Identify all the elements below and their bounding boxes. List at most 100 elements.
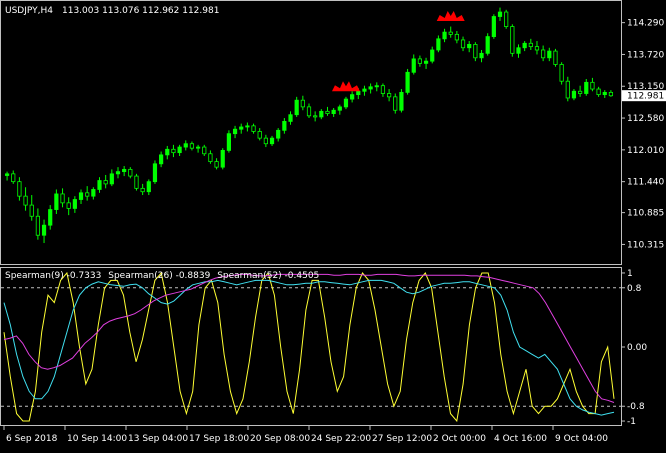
candle	[226, 130, 231, 153]
indicator-tick-label: 1	[627, 269, 633, 279]
candle-body	[423, 60, 429, 64]
candle	[109, 169, 114, 187]
candle-body	[103, 180, 108, 185]
legend-spearman-26: Spearman(26) -0.8839	[108, 271, 210, 281]
time-tick-label: 24 Sep 22:00	[311, 434, 371, 444]
time-tick-label: 2 Oct 00:00	[433, 434, 486, 444]
candle-body	[356, 90, 361, 96]
chart-window[interactable]: USDJPY,H4 113.003 113.076 112.962 112.98…	[0, 0, 666, 449]
candle-body	[17, 181, 22, 197]
candle-body	[380, 85, 386, 94]
candle-body	[35, 215, 40, 236]
candle-body	[66, 202, 71, 209]
candle-body	[485, 36, 490, 54]
candle	[608, 90, 614, 97]
spearman-series	[3, 271, 615, 423]
candle	[454, 31, 459, 44]
candle-body	[165, 148, 170, 156]
current-price: 112.981	[627, 92, 664, 102]
candle	[29, 195, 34, 221]
candle	[115, 167, 121, 179]
candle	[473, 42, 478, 62]
candle	[177, 144, 182, 156]
candle-body	[239, 126, 244, 130]
candlestick-series	[4, 7, 614, 244]
candle	[85, 186, 90, 201]
candle-body	[510, 26, 515, 54]
candle-body	[590, 81, 595, 90]
candle-body	[54, 193, 59, 210]
candle-body	[578, 90, 583, 94]
candle-body	[393, 96, 398, 111]
candle	[417, 55, 423, 67]
candle-body	[11, 173, 16, 183]
time-tick-label: 10 Sep 14:00	[67, 434, 127, 444]
candle	[35, 208, 40, 240]
candle	[423, 57, 429, 69]
candle-body	[300, 99, 305, 108]
candle-body	[343, 98, 349, 108]
candle-body	[362, 88, 367, 92]
candle	[300, 95, 305, 111]
candle-body	[534, 46, 540, 51]
candle	[491, 14, 496, 39]
candle-body	[282, 120, 287, 131]
candle-body	[276, 129, 281, 139]
candle	[405, 68, 410, 95]
candle-body	[374, 85, 379, 88]
candle	[189, 141, 195, 151]
time-tick-label: 20 Sep 08:00	[250, 434, 310, 444]
candle	[578, 85, 583, 97]
price-tick-label: 114.290	[627, 19, 664, 29]
candle	[368, 83, 373, 94]
ohlc-readout: 113.003 113.076 112.962 112.981	[62, 6, 219, 16]
indicator-pane-frame	[0, 267, 622, 426]
indicator-tick-label: -0.8	[627, 402, 645, 412]
candle	[232, 125, 238, 139]
price-tick-label: 111.440	[627, 178, 664, 188]
candle-body	[411, 58, 416, 73]
candle-body	[97, 180, 102, 190]
candle	[528, 38, 533, 50]
candle-body	[288, 114, 293, 122]
time-axis: 6 Sep 2018 10 Sep 14:00 13 Sep 04:00 17 Sep…	[3, 426, 608, 444]
candle-body	[251, 125, 256, 132]
candle	[602, 90, 607, 98]
candle-body	[565, 80, 570, 99]
candle-body	[72, 199, 77, 209]
candle-body	[195, 146, 201, 149]
price-tick-label: 110.885	[627, 209, 664, 219]
current-price-tag: 112.981	[622, 90, 666, 102]
chart-canvas[interactable]: USDJPY,H4 113.003 113.076 112.962 112.98…	[0, 0, 666, 449]
candle-body	[177, 146, 182, 154]
signal-marker	[436, 10, 465, 21]
candle-body	[189, 143, 195, 149]
candle-body	[232, 128, 238, 135]
candle	[17, 177, 22, 201]
candle-body	[584, 81, 589, 94]
candle-body	[220, 150, 225, 168]
candle-body	[115, 171, 121, 175]
candle	[522, 41, 527, 52]
candle-body	[134, 175, 139, 189]
candle-body	[152, 163, 158, 183]
candle-body	[473, 44, 478, 59]
candle	[128, 167, 133, 179]
candle-body	[608, 91, 614, 97]
candle	[584, 78, 589, 96]
time-tick-label: 4 Oct 16:00	[494, 434, 547, 444]
candle	[60, 188, 65, 208]
symbol-timeframe: USDJPY,H4	[5, 6, 53, 16]
signal-marker	[331, 81, 360, 92]
legend-spearman-9: Spearman(9) -0.7333	[5, 271, 101, 281]
candle-body	[504, 11, 509, 27]
candle-body	[448, 31, 453, 35]
candle-body	[442, 31, 447, 40]
candle	[306, 103, 312, 119]
candle	[78, 189, 84, 204]
candle	[66, 197, 71, 216]
indicator-tick-label: -1	[627, 417, 636, 427]
candle	[282, 118, 287, 134]
candle	[220, 148, 225, 170]
price-tick-label: 113.720	[627, 50, 664, 60]
